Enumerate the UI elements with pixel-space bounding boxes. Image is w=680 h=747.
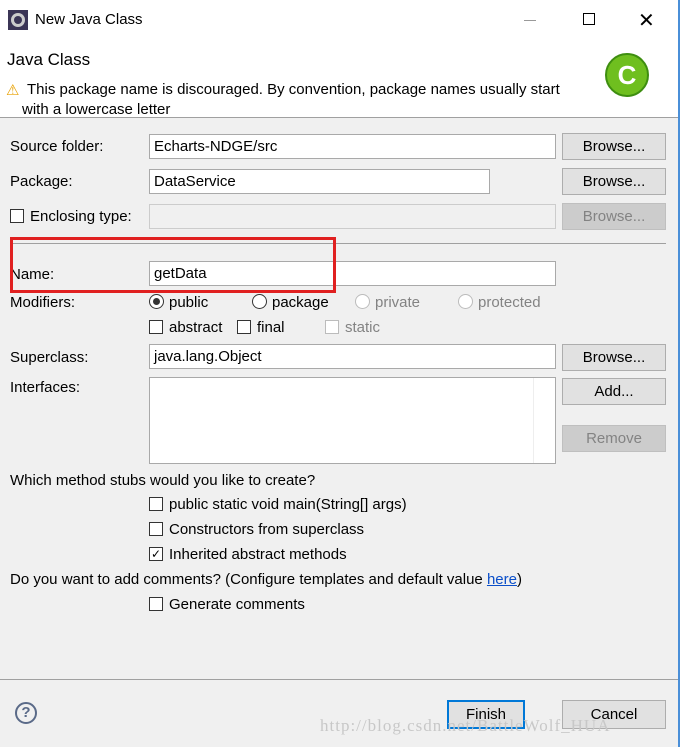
protected-radio[interactable]	[458, 294, 473, 309]
private-label: private	[375, 294, 421, 311]
warning-message: This package name is discouraged. By con…	[27, 81, 560, 98]
configure-templates-link[interactable]: here	[487, 571, 517, 588]
package-radio[interactable]	[252, 294, 267, 309]
generate-comments-checkbox[interactable]	[149, 597, 163, 611]
stubs-question: Which method stubs would you like to cre…	[10, 472, 316, 489]
private-radio[interactable]	[355, 294, 370, 309]
interfaces-list[interactable]	[149, 377, 556, 464]
final-checkbox[interactable]	[237, 320, 251, 334]
source-folder-browse-button[interactable]: Browse...	[562, 133, 666, 160]
page-title: Java Class	[7, 50, 91, 69]
enclosing-type-input[interactable]	[149, 204, 556, 229]
generate-comments-label: Generate comments	[169, 596, 305, 613]
svg-text:C: C	[618, 60, 637, 90]
maximize-button[interactable]	[583, 13, 595, 25]
title-bar: New Java Class ✕	[0, 0, 678, 40]
wizard-header: Java Class ⚠ This package name is discou…	[0, 40, 678, 118]
public-radio[interactable]	[149, 294, 164, 309]
protected-label: protected	[478, 294, 541, 311]
source-folder-label: Source folder:	[10, 138, 104, 155]
enclosing-type-checkbox[interactable]	[10, 209, 24, 223]
add-interface-button[interactable]: Add...	[562, 378, 666, 405]
abstract-checkbox[interactable]	[149, 320, 163, 334]
watermark: http://blog.csdn.net/BattleWolf_HUA	[320, 716, 611, 735]
enclosing-type-browse-button[interactable]: Browse...	[562, 203, 666, 230]
window-title: New Java Class	[35, 11, 143, 28]
package-radio-label: package	[272, 294, 329, 311]
minimize-button[interactable]	[524, 20, 536, 21]
source-folder-input[interactable]: Echarts-NDGE/src	[149, 134, 556, 159]
constructors-checkbox[interactable]	[149, 522, 163, 536]
warning-message-line2: with a lowercase letter	[22, 101, 171, 118]
eclipse-app-icon	[8, 10, 28, 30]
interfaces-label: Interfaces:	[10, 379, 81, 396]
constructors-label: Constructors from superclass	[169, 521, 365, 538]
modifiers-label: Modifiers:	[10, 294, 76, 311]
inherited-methods-checkbox[interactable]: ✓	[149, 547, 163, 561]
java-class-icon: C	[605, 53, 649, 97]
help-icon[interactable]: ?	[15, 702, 37, 724]
public-label: public	[169, 294, 209, 311]
footer-separator	[0, 679, 678, 680]
static-checkbox[interactable]	[325, 320, 339, 334]
inherited-methods-label: Inherited abstract methods	[169, 546, 347, 563]
package-label: Package:	[10, 173, 73, 190]
close-button[interactable]: ✕	[638, 8, 655, 33]
warning-icon: ⚠	[6, 82, 20, 99]
superclass-browse-button[interactable]: Browse...	[562, 344, 666, 371]
highlight-box	[10, 237, 336, 293]
package-input[interactable]: DataService	[149, 169, 490, 194]
main-stub-label: public static void main(String[] args)	[169, 496, 407, 513]
main-stub-checkbox[interactable]	[149, 497, 163, 511]
remove-interface-button[interactable]: Remove	[562, 425, 666, 452]
package-browse-button[interactable]: Browse...	[562, 168, 666, 195]
static-label: static	[345, 319, 381, 336]
superclass-input[interactable]: java.lang.Object	[149, 344, 556, 369]
superclass-label: Superclass:	[10, 349, 89, 366]
enclosing-type-label: Enclosing type:	[30, 208, 132, 225]
comments-question: Do you want to add comments? (Configure …	[10, 571, 522, 588]
abstract-label: abstract	[169, 319, 223, 336]
final-label: final	[257, 319, 285, 336]
